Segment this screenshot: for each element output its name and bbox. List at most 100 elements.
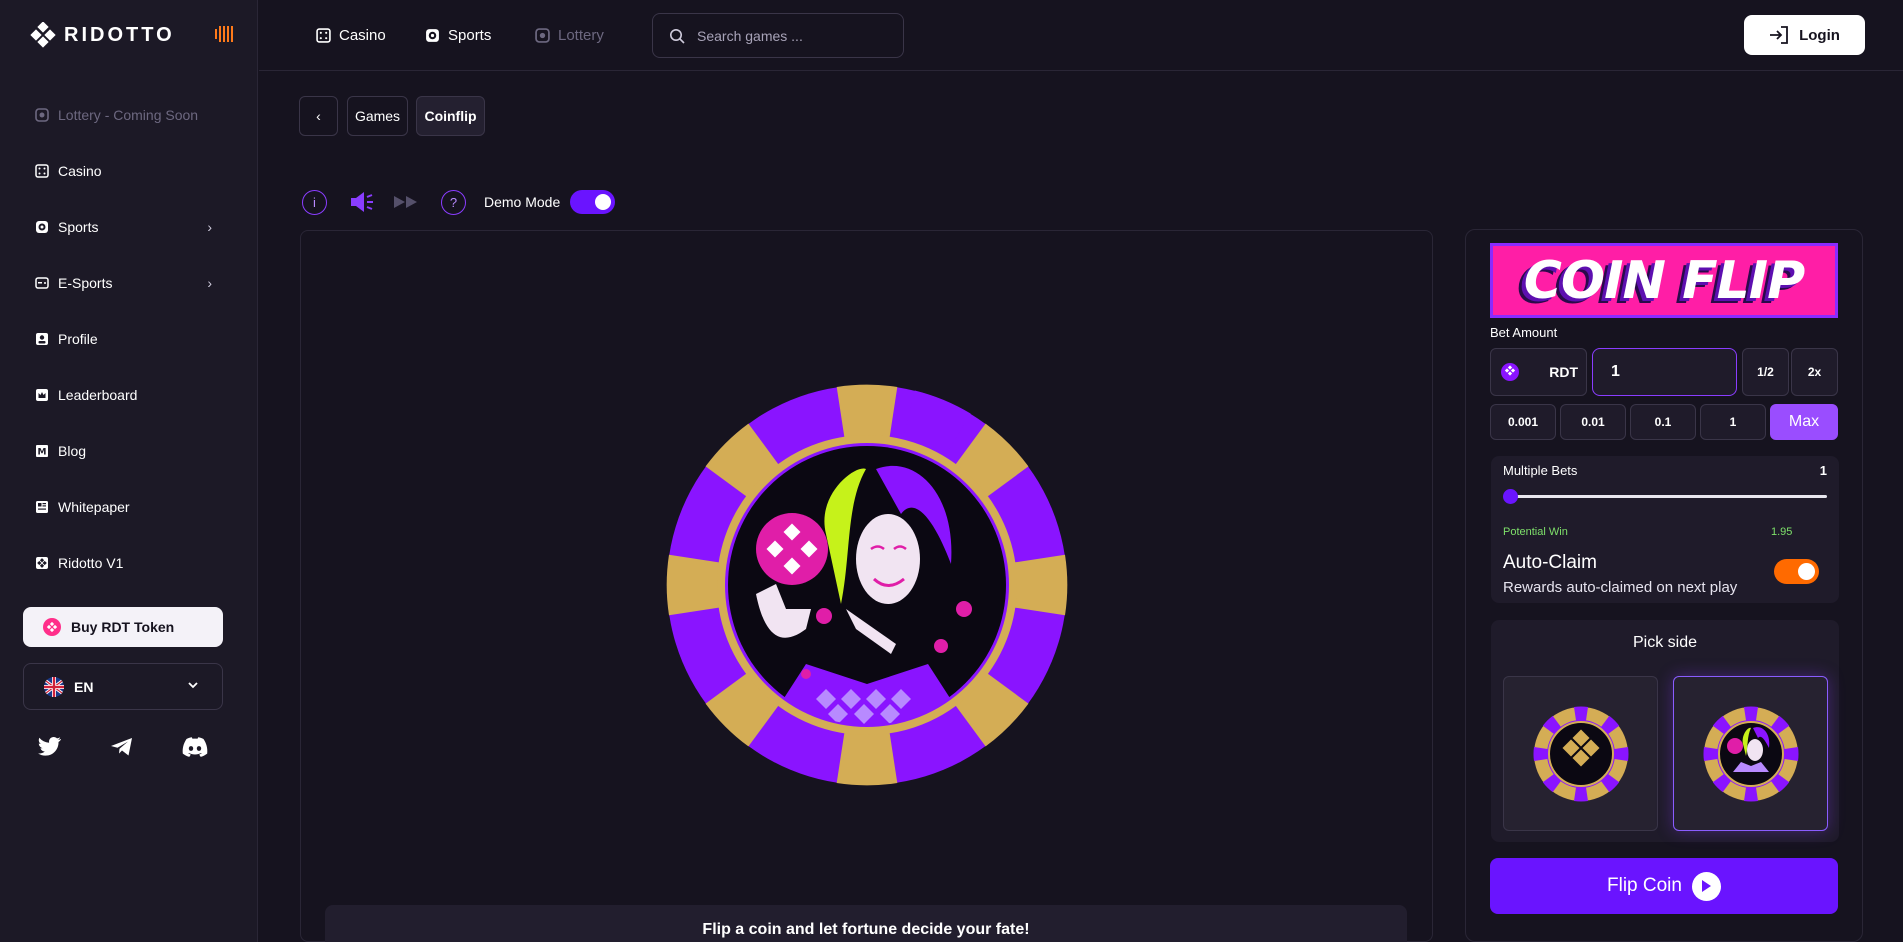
sidebar-item-profile[interactable]: Profile xyxy=(34,327,224,351)
sidebar: RIDOTTO Lottery - Coming Soon Casino Spo… xyxy=(0,0,258,942)
quick-amount-button[interactable]: 0.01 xyxy=(1560,404,1626,440)
sidebar-item-label: Whitepaper xyxy=(58,499,130,515)
demo-mode-toggle[interactable] xyxy=(570,190,616,214)
login-label: Login xyxy=(1799,26,1840,44)
app-name: RIDOTTO xyxy=(64,23,175,46)
sidebar-item-casino[interactable]: Casino xyxy=(34,159,224,183)
rdt-token-icon xyxy=(43,618,61,636)
ridotto-logo[interactable]: RIDOTTO xyxy=(30,22,175,48)
game-description: Flip a coin and let fortune decide your … xyxy=(325,905,1407,942)
sound-icon[interactable] xyxy=(349,190,377,214)
sidebar-item-label: Profile xyxy=(58,331,98,347)
sidebar-item-leaderboard[interactable]: Leaderboard xyxy=(34,383,224,407)
top-tab-label: Sports xyxy=(448,26,492,44)
quick-amount-button[interactable]: 0.001 xyxy=(1490,404,1556,440)
sidebar-item-esports[interactable]: E-Sports › xyxy=(34,271,224,295)
quick-amount-label: 1 xyxy=(1729,415,1737,429)
medium-icon: M xyxy=(34,443,50,459)
max-bet-label: Max xyxy=(1788,413,1820,430)
sidebar-item-label: Ridotto V1 xyxy=(58,555,124,571)
breadcrumb-label: Coinflip xyxy=(424,108,477,124)
login-button[interactable]: Login xyxy=(1744,15,1865,55)
demo-mode-label: Demo Mode xyxy=(484,194,561,210)
profile-icon xyxy=(34,331,50,347)
pick-side-label: Pick side xyxy=(1632,634,1698,651)
svg-text:M: M xyxy=(38,448,47,458)
telegram-icon[interactable] xyxy=(110,736,134,758)
fast-forward-icon[interactable] xyxy=(393,194,419,210)
breadcrumb-label: Games xyxy=(354,108,401,124)
multiple-bets-slider[interactable] xyxy=(1511,495,1827,498)
back-button[interactable]: ‹ xyxy=(299,96,338,136)
game-description-text: Flip a coin and let fortune decide your … xyxy=(702,921,1030,938)
search-icon xyxy=(670,28,685,44)
quick-amount-label: 0.001 xyxy=(1507,415,1539,429)
sports-icon xyxy=(34,219,50,235)
coinflip-banner: COIN FLIP xyxy=(1490,243,1838,318)
chevron-right-icon: › xyxy=(207,275,212,291)
double-bet-button[interactable]: 2x xyxy=(1791,348,1838,396)
currency-select[interactable]: RDT xyxy=(1490,348,1587,396)
pick-side-card: Pick side xyxy=(1491,620,1839,842)
sidebar-item-sports[interactable]: Sports › xyxy=(34,215,224,239)
rdt-coin-icon xyxy=(1501,363,1519,381)
lottery-icon xyxy=(34,107,50,123)
auto-claim-subtitle: Rewards auto-claimed on next play xyxy=(1503,579,1738,596)
auto-claim-title: Auto-Claim xyxy=(1503,552,1597,573)
ridotto-logo-icon xyxy=(30,22,56,48)
flip-coin-label: Flip Coin xyxy=(1607,875,1682,896)
quick-amount-button[interactable]: 0.1 xyxy=(1630,404,1696,440)
half-bet-label: 1/2 xyxy=(1757,365,1774,379)
sidebar-item-whitepaper[interactable]: Whitepaper xyxy=(34,495,224,519)
potential-win-label: Potential Win xyxy=(1503,526,1568,538)
buy-rdt-token-button[interactable]: Buy RDT Token xyxy=(23,607,223,647)
sports-icon xyxy=(426,28,439,42)
sidebar-item-blog[interactable]: M Blog xyxy=(34,439,224,463)
multiple-bets-card: Multiple Bets 1 Potential Win 1.95 Auto-… xyxy=(1491,456,1839,603)
chevron-left-icon: ‹ xyxy=(316,108,321,124)
uk-flag-icon xyxy=(44,676,64,697)
breadcrumb-games[interactable]: Games xyxy=(347,96,408,136)
side-option-ridotto[interactable] xyxy=(1503,676,1658,831)
bet-amount-input[interactable]: 1 xyxy=(1592,348,1737,396)
crown-icon xyxy=(34,387,50,403)
sidebar-item-label: Leaderboard xyxy=(58,387,138,403)
currency-label: RDT xyxy=(1549,364,1578,380)
max-bet-button[interactable]: Max xyxy=(1770,404,1838,440)
game-controls: i ? Demo Mode xyxy=(302,189,616,215)
sidebar-item-lottery[interactable]: Lottery - Coming Soon xyxy=(34,103,224,127)
ridotto-icon xyxy=(34,555,50,571)
chevron-down-icon xyxy=(188,682,198,689)
language-select[interactable]: EN xyxy=(23,663,223,710)
multiple-bets-slider-thumb[interactable] xyxy=(1503,489,1518,504)
side-option-jester[interactable] xyxy=(1673,676,1828,831)
document-icon xyxy=(34,499,50,515)
top-tab-casino[interactable]: Casino xyxy=(316,24,386,46)
multiple-bets-value: 1 xyxy=(1819,463,1827,478)
chevron-right-icon: › xyxy=(207,219,212,235)
info-icon[interactable]: i xyxy=(302,189,327,215)
top-tab-lottery[interactable]: Lottery xyxy=(535,24,604,46)
auto-claim-toggle[interactable] xyxy=(1774,559,1819,584)
search-input[interactable] xyxy=(697,27,887,44)
search-box xyxy=(652,13,904,58)
help-icon[interactable]: ? xyxy=(441,189,466,215)
bet-amount-label: Bet Amount xyxy=(1490,325,1558,340)
discord-icon[interactable] xyxy=(182,736,208,758)
top-tab-sports[interactable]: Sports xyxy=(425,24,491,46)
quick-amount-button[interactable]: 1 xyxy=(1700,404,1766,440)
sidebar-item-ridotto-v1[interactable]: Ridotto V1 xyxy=(34,551,224,575)
half-bet-button[interactable]: 1/2 xyxy=(1742,348,1789,396)
sidebar-item-label: Casino xyxy=(58,163,102,179)
flip-coin-button[interactable]: Flip Coin xyxy=(1490,858,1838,914)
collapse-sidebar-icon[interactable] xyxy=(215,26,233,42)
social-links xyxy=(38,736,208,758)
twitter-icon[interactable] xyxy=(38,736,62,758)
multiple-bets-label: Multiple Bets xyxy=(1503,463,1578,478)
quick-amount-label: 0.01 xyxy=(1581,415,1605,429)
breadcrumb-coinflip[interactable]: Coinflip xyxy=(416,96,485,136)
top-tab-label: Lottery xyxy=(558,26,604,44)
sidebar-item-label: Lottery - Coming Soon xyxy=(58,107,199,123)
bet-amount-value: 1 xyxy=(1611,363,1620,380)
sidebar-item-label: E-Sports xyxy=(58,275,113,291)
